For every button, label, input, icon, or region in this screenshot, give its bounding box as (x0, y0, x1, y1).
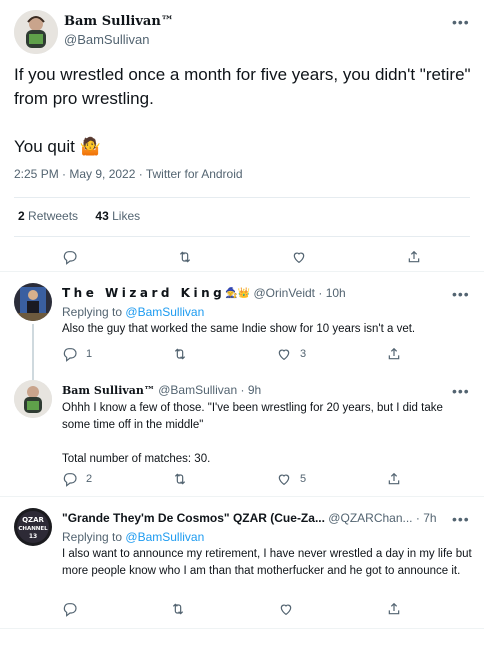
reply-author-handle[interactable]: @QZARChan... (328, 511, 412, 525)
reply-icon (63, 348, 77, 362)
main-tweet: Bam Sullivan™ @BamSullivan ••• If you wr… (0, 0, 484, 271)
reply-text: Also the guy that worked the same Indie … (62, 321, 472, 338)
retweets-count[interactable]: 2 (18, 209, 25, 223)
share-button[interactable] (386, 346, 402, 362)
reply-text-paragraph: Total number of matches: 30. (62, 453, 211, 465)
tweet-text-paragraph-1: If you wrestled once a month for five ye… (14, 65, 471, 108)
reply-tweet: The Wizard King🧙👑 @OrinVeidt · 10h ••• R… (0, 272, 484, 416)
replying-to: Replying to @BamSullivan (62, 305, 204, 319)
divider (14, 236, 470, 237)
replying-to-link[interactable]: @BamSullivan (125, 305, 204, 319)
reply-author-name[interactable]: The Wizard King (62, 286, 225, 300)
like-count: 3 (299, 348, 307, 360)
like-button[interactable] (291, 249, 307, 265)
reply-author-name[interactable]: "Grande They'm De Cosmos" QZAR (Cue-Za..… (62, 511, 325, 525)
divider (0, 628, 484, 629)
author-handle[interactable]: @BamSullivan (64, 32, 149, 47)
divider (14, 197, 470, 198)
share-icon (388, 347, 400, 360)
reply-header: "Grande They'm De Cosmos" QZAR (Cue-Za..… (62, 511, 437, 525)
separator-dot: · (240, 383, 245, 397)
avatar-text: 13 (29, 533, 37, 540)
more-options-icon[interactable]: ••• (452, 383, 470, 399)
reply-header: Bam Sullivan™ @BamSullivan · 9h (62, 383, 261, 397)
retweet-icon (172, 603, 184, 615)
author-name[interactable]: Bam Sullivan™ (64, 14, 174, 29)
reply-author-handle[interactable]: @OrinVeidt (253, 286, 315, 300)
more-options-icon[interactable]: ••• (452, 14, 470, 30)
main-action-bar (62, 249, 422, 265)
reply-text-paragraph: I also want to announce my retirement, I… (62, 548, 472, 577)
reply-text: Ohhh I know a few of those. "I've been w… (62, 400, 472, 468)
avatar-text: CHANNEL (18, 526, 48, 532)
reply-time[interactable]: 10h (326, 286, 346, 300)
replying-to-link[interactable]: @BamSullivan (125, 530, 204, 544)
heart-icon (278, 349, 290, 361)
reply-button[interactable] (62, 601, 86, 617)
like-button[interactable]: 5 (276, 471, 306, 487)
reply-tweet: QZAR CHANNEL 13 "Grande They'm De Cosmos… (0, 497, 484, 627)
reply-icon (63, 473, 77, 487)
reply-avatar[interactable] (14, 380, 52, 418)
heart-icon (280, 604, 292, 616)
reply-text: I also want to announce my retirement, I… (62, 546, 472, 580)
share-button[interactable] (406, 249, 422, 265)
retweet-button[interactable] (177, 249, 193, 265)
tweet-text: If you wrestled once a month for five ye… (14, 63, 474, 183)
avatar-text: QZAR (22, 516, 44, 524)
retweet-icon (174, 473, 186, 485)
reply-count: 2 (86, 473, 93, 485)
like-button[interactable] (278, 601, 302, 617)
reply-button[interactable]: 1 (62, 346, 92, 362)
author-avatar[interactable] (14, 10, 58, 54)
likes-count[interactable]: 43 (95, 209, 108, 223)
tweet-stats: 2 Retweets 43 Likes (18, 209, 154, 223)
share-icon (408, 250, 420, 263)
reply-author-badges: 🧙👑 (225, 288, 251, 300)
reply-author-handle[interactable]: @BamSullivan (158, 383, 237, 397)
reply-text-paragraph: Also the guy that worked the same Indie … (62, 323, 416, 335)
like-button[interactable]: 3 (276, 346, 306, 362)
reply-action-bar: 2 5 (62, 471, 402, 487)
reply-avatar[interactable] (14, 283, 52, 321)
retweet-button[interactable] (170, 601, 194, 617)
share-button[interactable] (386, 601, 402, 617)
replying-to-prefix: Replying to (62, 305, 123, 319)
tweet-text-paragraph-2: You quit 🤷 (14, 137, 101, 156)
reply-time[interactable]: 7h (423, 511, 436, 525)
reply-time[interactable]: 9h (248, 383, 261, 397)
replying-to-prefix: Replying to (62, 530, 123, 544)
reply-author-name[interactable]: Bam Sullivan™ (62, 384, 155, 397)
reply-button[interactable] (62, 249, 78, 265)
tweet-timestamp[interactable]: 2:25 PM · May 9, 2022 · Twitter for Andr… (14, 167, 243, 181)
reply-action-bar: 1 3 (62, 346, 402, 362)
reply-count: 1 (86, 348, 93, 360)
reply-icon (63, 251, 77, 265)
share-button[interactable] (386, 471, 402, 487)
retweets-label[interactable]: Retweets (28, 209, 78, 223)
retweet-icon (174, 348, 186, 360)
reply-header: The Wizard King🧙👑 @OrinVeidt · 10h (62, 286, 346, 300)
retweet-button[interactable] (172, 471, 196, 487)
heart-icon (278, 474, 290, 486)
share-icon (388, 602, 400, 615)
reply-action-bar (62, 601, 402, 617)
likes-label[interactable]: Likes (112, 209, 140, 223)
separator-dot: · (415, 511, 420, 525)
replying-to: Replying to @BamSullivan (62, 530, 204, 544)
share-icon (388, 472, 400, 485)
separator-dot: · (318, 286, 323, 300)
like-count: 5 (299, 473, 307, 485)
more-options-icon[interactable]: ••• (452, 511, 470, 527)
reply-button[interactable]: 2 (62, 471, 92, 487)
retweet-button[interactable] (172, 346, 196, 362)
reply-icon (63, 603, 77, 617)
heart-icon (294, 252, 305, 264)
reply-avatar[interactable]: QZAR CHANNEL 13 (14, 508, 52, 546)
retweet-icon (179, 251, 190, 263)
more-options-icon[interactable]: ••• (452, 286, 470, 302)
reply-tweet: Bam Sullivan™ @BamSullivan · 9h ••• Ohhh… (0, 369, 484, 495)
reply-text-paragraph: Ohhh I know a few of those. "I've been w… (62, 402, 443, 431)
